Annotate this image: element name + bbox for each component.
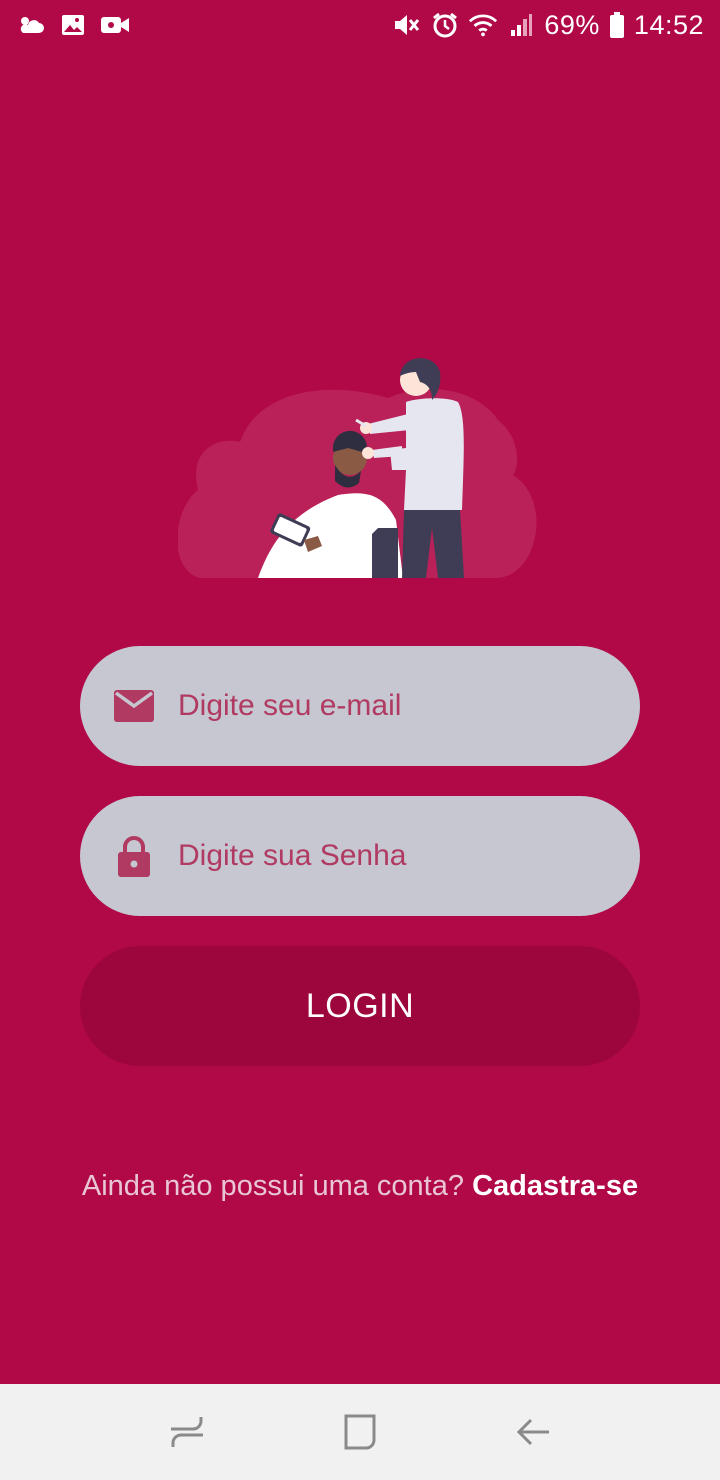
barber-illustration xyxy=(177,350,542,582)
battery-icon xyxy=(608,10,626,40)
back-icon[interactable] xyxy=(508,1407,558,1457)
wifi-icon xyxy=(468,10,498,40)
password-field-container[interactable] xyxy=(80,796,640,916)
status-bar: 69% 14:52 xyxy=(0,0,720,50)
status-left xyxy=(16,10,130,40)
mute-icon xyxy=(392,10,422,40)
recents-icon[interactable] xyxy=(162,1407,212,1457)
gallery-icon xyxy=(58,10,88,40)
alarm-icon xyxy=(430,10,460,40)
weather-icon xyxy=(16,10,46,40)
lock-icon xyxy=(112,834,156,878)
battery-percent: 69% xyxy=(544,9,600,40)
email-input[interactable] xyxy=(178,676,598,736)
login-button[interactable]: LOGIN xyxy=(80,946,640,1066)
mail-icon xyxy=(112,684,156,728)
signup-row: Ainda não possui uma conta? Cadastra-se xyxy=(0,1170,720,1203)
status-right: 69% 14:52 xyxy=(392,10,704,41)
video-camera-icon xyxy=(100,10,130,40)
home-icon[interactable] xyxy=(335,1407,385,1457)
signup-link[interactable]: Cadastra-se xyxy=(472,1170,638,1202)
password-input[interactable] xyxy=(178,826,598,886)
email-field-container[interactable] xyxy=(80,646,640,766)
navigation-bar xyxy=(0,1384,720,1480)
clock: 14:52 xyxy=(633,9,704,40)
signal-icon xyxy=(506,10,536,40)
signup-prompt: Ainda não possui uma conta? xyxy=(81,1170,464,1202)
